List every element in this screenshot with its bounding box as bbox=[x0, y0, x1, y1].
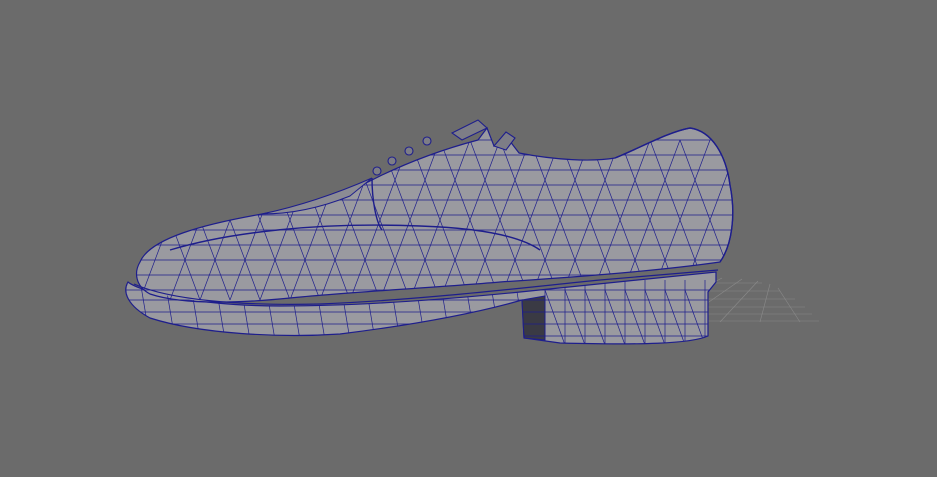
heel-shadow bbox=[521, 295, 546, 341]
viewport-scene[interactable] bbox=[0, 0, 937, 477]
shoe-mesh[interactable] bbox=[120, 119, 770, 345]
3d-viewport[interactable] bbox=[0, 0, 937, 477]
